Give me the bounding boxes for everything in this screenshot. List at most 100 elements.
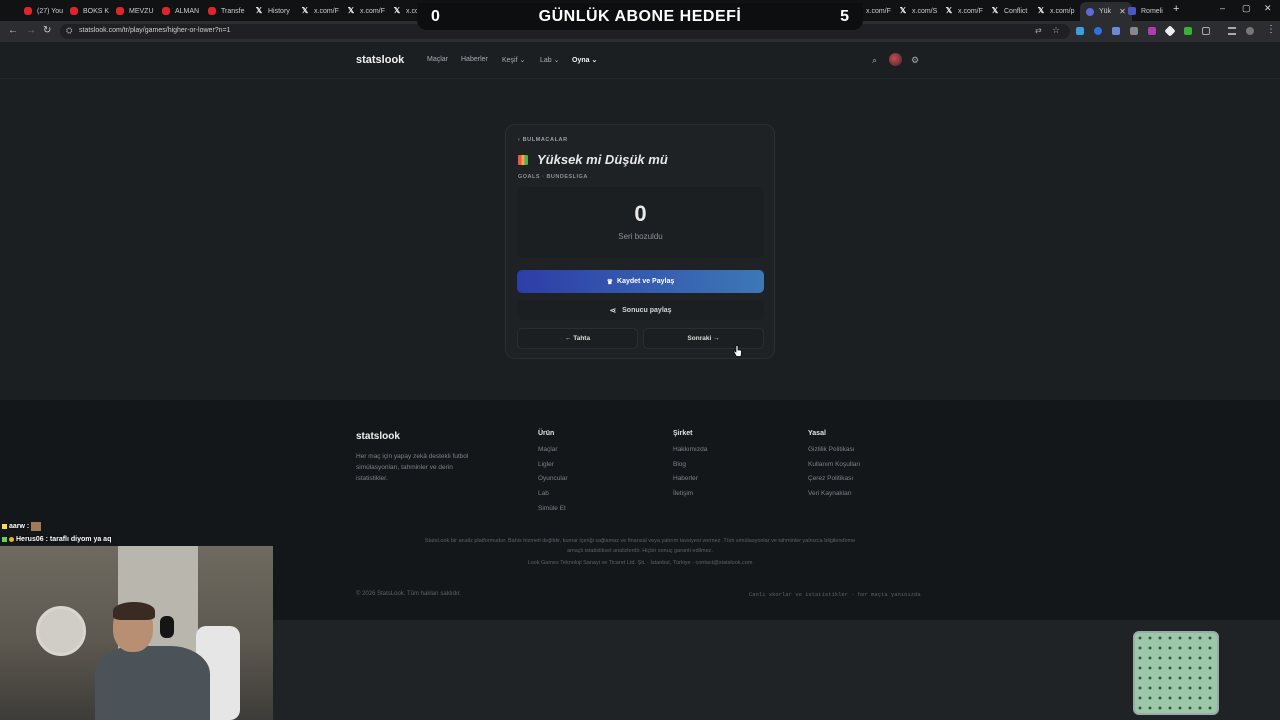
nav-item-oyna[interactable]: Oyna ⌄ [572,56,597,64]
browser-tab[interactable]: 𝕏x.com/F [945,3,987,19]
tab-label: x.com/F [360,7,385,15]
browser-tab[interactable]: (27) You [24,3,66,19]
browser-tab[interactable]: 𝕏x.com/S [899,3,941,19]
media-control-icon[interactable] [1228,27,1236,35]
x-icon: 𝕏 [899,6,907,15]
extension-icon[interactable] [1076,27,1084,35]
chart-icon [518,154,528,165]
avatar[interactable] [889,53,902,66]
browser-tab[interactable]: 𝕏x.com/F [301,3,343,19]
footer-link[interactable]: Çerez Politikası [808,475,860,490]
youtube-icon [208,7,216,15]
share-icon: ⋖ [609,305,617,315]
browser-tab[interactable]: 𝕏x.com/F [347,3,389,19]
footer-link[interactable]: Blog [673,461,707,476]
minimize-icon[interactable]: – [1220,3,1225,13]
goal-title: GÜNLÜK ABONE HEDEFİ [538,7,742,25]
tab-label: MEVZU [129,7,154,15]
bookmark-star-icon[interactable]: ☆ [1052,25,1060,36]
footer-link[interactable]: Kullanım Koşulları [808,461,860,476]
footer-link[interactable]: Haberler [673,475,707,490]
nav-item-haberler[interactable]: Haberler [461,56,488,63]
footer-link[interactable]: Ligler [538,461,568,476]
browser-tab[interactable]: BOKS K [70,3,112,19]
footer-link[interactable]: İletişim [673,490,707,505]
extension-icon[interactable] [1148,27,1156,35]
footer-heading: Yasal [808,430,826,437]
footer-heading: Şirket [673,430,693,437]
back-arrow-icon[interactable]: ← [8,25,18,36]
save-and-share-button[interactable]: ♛ Kaydet ve Paylaş [517,270,764,293]
footer-column-yasal: Yasal Gizlilik Politikası Kullanım Koşul… [808,430,860,505]
forward-arrow-icon[interactable]: → [26,25,36,36]
back-to-puzzles-link[interactable]: ‹ BULMACALAR [518,137,568,143]
tab-label: Transfe [221,7,245,15]
browser-tab[interactable]: 𝕏x.com/p [1037,3,1079,19]
close-icon[interactable]: ✕ [1119,7,1126,16]
footer-link[interactable]: Hakkımızda [673,446,707,461]
youtube-icon [70,7,78,15]
browser-tab[interactable]: ALMAN [162,3,204,19]
gear-icon[interactable]: ⚙ [911,55,919,66]
browser-tab[interactable]: 𝕏 Conflict [991,3,1033,19]
browser-tab[interactable]: MEVZU [116,3,158,19]
footer-link[interactable]: Maçlar [538,446,568,461]
tab-active[interactable]: Yük ✕ [1080,2,1132,21]
tab-label: Yük [1099,8,1112,15]
board-button[interactable]: ← Tahta [517,328,638,349]
footer-heading: Ürün [538,430,555,437]
statslook-icon [1086,7,1094,16]
tab-label: History [268,7,290,15]
browser-tab[interactable]: 𝕏 History [255,3,297,19]
reload-icon[interactable]: ↻ [43,25,51,36]
nav-item-maclar[interactable]: Maçlar [427,56,448,63]
extensions-puzzle-icon[interactable] [1202,27,1210,35]
footer-link[interactable]: Gizlilik Politikası [808,446,860,461]
footer-link[interactable]: Lab [538,490,568,505]
chevron-down-icon: ⌄ [553,57,560,64]
subscriber-goal-banner: 0 GÜNLÜK ABONE HEDEFİ 5 [417,3,863,30]
tab-label: x.com/F [958,7,983,15]
extension-icon[interactable] [1130,27,1138,35]
menu-dots-icon[interactable]: ⋮ [1266,24,1276,35]
chat-message: aarw : [2,522,42,531]
extension-icon[interactable] [1112,27,1120,35]
x-icon: 𝕏 [347,6,355,15]
game-title: Yüksek mi Düşük mü [518,152,668,167]
extension-icon[interactable] [1094,27,1102,35]
maximize-icon[interactable]: ▢ [1242,3,1251,14]
new-tab-icon[interactable]: + [1173,3,1179,15]
game-subtitle: GOALS · BUNDESLIGA [518,174,588,180]
chevron-left-icon: ‹ [518,137,521,143]
search-icon[interactable]: ⌕ [872,55,877,66]
footer-link[interactable]: Oyuncular [538,475,568,490]
share-result-button[interactable]: ⋖ Sonucu paylaş [517,300,764,320]
footer-column-urun: Ürün Maçlar Ligler Oyuncular Lab Simüle … [538,430,568,519]
nav-item-kesif[interactable]: Keşif ⌄ [502,56,525,64]
profile-avatar-icon[interactable] [1246,27,1254,35]
close-window-icon[interactable]: ✕ [1264,3,1272,14]
webcam-feed [0,546,273,720]
footer-column-sirket: Şirket Hakkımızda Blog Haberler İletişim [673,430,707,505]
translate-icon[interactable]: ⇄ [1035,26,1042,35]
site-logo[interactable]: statslook [356,54,404,66]
tab-label: Conflict [1004,7,1028,15]
tab-label: BOKS K [83,7,110,15]
next-button[interactable]: Sonraki → [643,328,764,349]
nav-item-lab[interactable]: Lab ⌄ [540,56,560,64]
footer-link[interactable]: Simüle Et [538,505,568,520]
footer-logo[interactable]: statslook [356,431,400,442]
emote-icon [31,522,42,531]
extension-icon[interactable] [1184,27,1192,35]
tab-label: (27) You [37,7,64,15]
chat-message: Herus06 : taraflı diyom ya aq [2,536,111,543]
site-info-icon[interactable]: ⛭ [66,26,72,36]
trophy-icon: ♛ [606,278,614,286]
footer-link[interactable]: Veri Kaynakları [808,490,860,505]
extension-icon[interactable] [1164,25,1176,37]
chevron-down-icon: ⌄ [519,57,526,64]
tab-next[interactable]: Romeli [1128,3,1163,19]
x-icon: 𝕏 [255,6,263,15]
chevron-down-icon: ⌄ [591,57,598,64]
browser-tab[interactable]: Transfe [208,3,250,19]
